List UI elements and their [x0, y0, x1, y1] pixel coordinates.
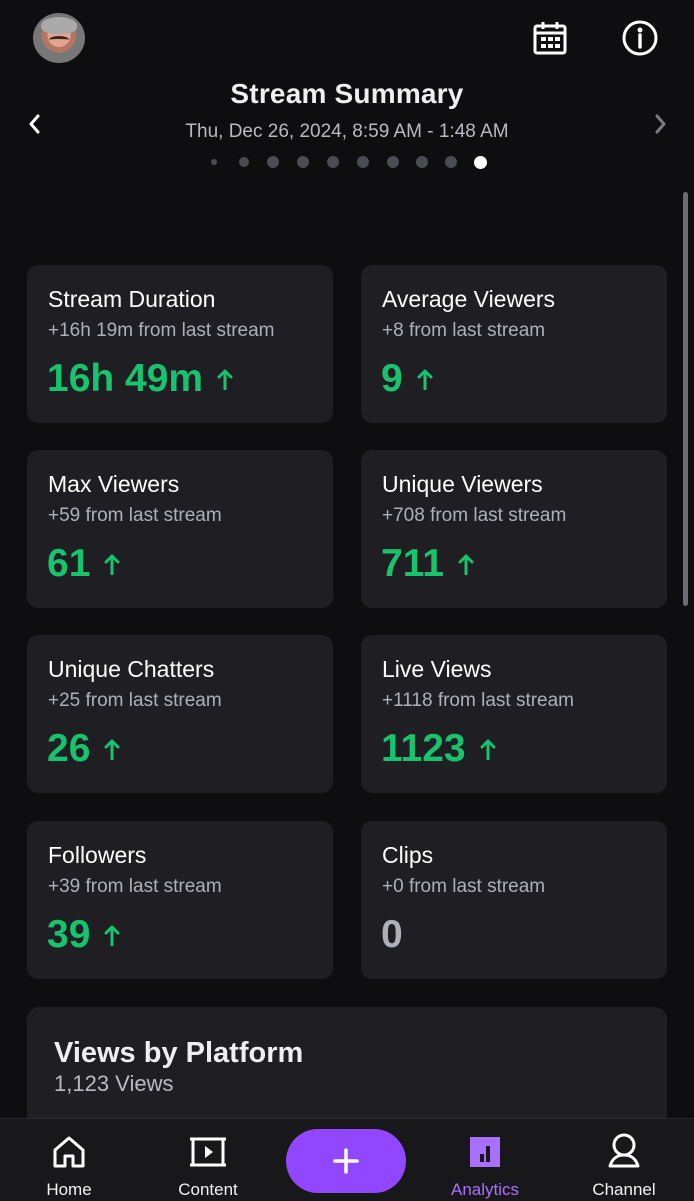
stat-title: Unique Viewers: [382, 471, 543, 497]
stat-card-clips[interactable]: Clips +0 from last stream 0: [361, 821, 667, 979]
content-icon: [188, 1132, 228, 1172]
stat-value-row: 26: [47, 729, 121, 768]
nav-channel[interactable]: Channel: [569, 1119, 679, 1201]
nav-label: Analytics: [450, 1180, 520, 1199]
page-dot[interactable]: [267, 156, 279, 168]
stat-card-max-viewers[interactable]: Max Viewers +59 from last stream 61: [27, 450, 333, 608]
page-dot[interactable]: [357, 156, 369, 168]
stat-card-unique-viewers[interactable]: Unique Viewers +708 from last stream 711: [361, 450, 667, 608]
stat-value: 1123: [381, 727, 466, 770]
stat-value: 0: [381, 913, 403, 956]
stat-change: +25 from last stream: [48, 690, 222, 711]
stat-title: Stream Duration: [48, 286, 216, 312]
stat-title: Average Viewers: [382, 286, 556, 312]
channel-icon: [604, 1132, 644, 1172]
stat-value-row: 711: [381, 544, 475, 583]
stat-change: +16h 19m from last stream: [48, 320, 275, 341]
arrow-up-icon: [103, 552, 121, 576]
arrow-up-icon: [416, 367, 434, 391]
page-dot[interactable]: [211, 159, 217, 165]
stat-change: +1118 from last stream: [382, 690, 575, 711]
page-dot[interactable]: [416, 156, 428, 168]
arrow-up-icon: [103, 737, 121, 761]
stat-change: +59 from last stream: [48, 505, 222, 526]
calendar-icon[interactable]: [529, 17, 571, 59]
analytics-icon: [465, 1132, 505, 1172]
page-dot[interactable]: [327, 156, 339, 168]
nav-label: Content: [178, 1180, 238, 1199]
info-icon[interactable]: [619, 17, 661, 59]
nav-label: Channel: [592, 1180, 656, 1199]
stat-value: 39: [47, 913, 91, 956]
nav-content[interactable]: Content: [153, 1119, 263, 1201]
stream-summary-header: Stream Summary Thu, Dec 26, 2024, 8:59 A…: [0, 76, 694, 186]
bottom-navigation: Home Content Analytics Channel: [0, 1118, 694, 1201]
stat-value-row: 61: [47, 544, 121, 583]
stat-title: Max Viewers: [48, 471, 180, 497]
page-title: Stream Summary: [230, 78, 464, 109]
stat-card-followers[interactable]: Followers +39 from last stream 39: [27, 821, 333, 979]
stat-title: Followers: [48, 842, 147, 868]
nav-analytics[interactable]: Analytics: [430, 1119, 540, 1201]
arrow-up-icon: [216, 367, 234, 391]
stat-value-row: 1123: [381, 729, 497, 768]
stat-value: 26: [47, 727, 91, 770]
stat-value: 61: [47, 542, 91, 585]
stat-value-row: 16h 49m: [47, 359, 234, 398]
page-dot[interactable]: [297, 156, 309, 168]
avatar[interactable]: [33, 13, 85, 63]
stat-card-average-viewers[interactable]: Average Viewers +8 from last stream 9: [361, 265, 667, 423]
stat-value-row: 39: [47, 915, 121, 954]
page-indicator: [200, 156, 500, 172]
page-dot[interactable]: [387, 156, 399, 168]
stat-change: +708 from last stream: [382, 505, 567, 526]
stat-value-row: 0: [381, 915, 403, 954]
stat-title: Clips: [382, 842, 434, 868]
platform-views: 1,123 Views: [54, 1071, 174, 1096]
page-dot[interactable]: [445, 156, 457, 168]
stat-value: 16h 49m: [47, 357, 204, 400]
stat-change: +8 from last stream: [382, 320, 546, 341]
stat-value-row: 9: [381, 359, 434, 398]
platform-title: Views by Platform: [54, 1037, 304, 1069]
arrow-up-icon: [457, 552, 475, 576]
stat-title: Live Views: [382, 656, 492, 682]
page-dot-active[interactable]: [474, 156, 487, 169]
scrollbar[interactable]: [683, 192, 688, 606]
stat-change: +0 from last stream: [382, 876, 546, 897]
nav-home[interactable]: Home: [14, 1119, 124, 1201]
stat-card-unique-chatters[interactable]: Unique Chatters +25 from last stream 26: [27, 635, 333, 793]
stat-title: Unique Chatters: [48, 656, 215, 682]
plus-icon: [333, 1148, 359, 1174]
nav-label: Home: [46, 1180, 92, 1199]
arrow-up-icon: [479, 737, 497, 761]
top-bar: [0, 0, 694, 80]
page-dot[interactable]: [239, 157, 249, 167]
stat-value: 9: [381, 357, 403, 400]
arrow-up-icon: [103, 923, 121, 947]
home-icon: [49, 1132, 89, 1172]
create-button[interactable]: [286, 1129, 406, 1193]
stat-change: +39 from last stream: [48, 876, 222, 897]
stat-card-stream-duration[interactable]: Stream Duration +16h 19m from last strea…: [27, 265, 333, 423]
stream-date-range: Thu, Dec 26, 2024, 8:59 AM - 1:48 AM: [185, 121, 509, 142]
stat-value: 711: [381, 542, 444, 585]
stat-card-live-views[interactable]: Live Views +1118 from last stream 1123: [361, 635, 667, 793]
chevron-right-icon[interactable]: [645, 109, 675, 139]
